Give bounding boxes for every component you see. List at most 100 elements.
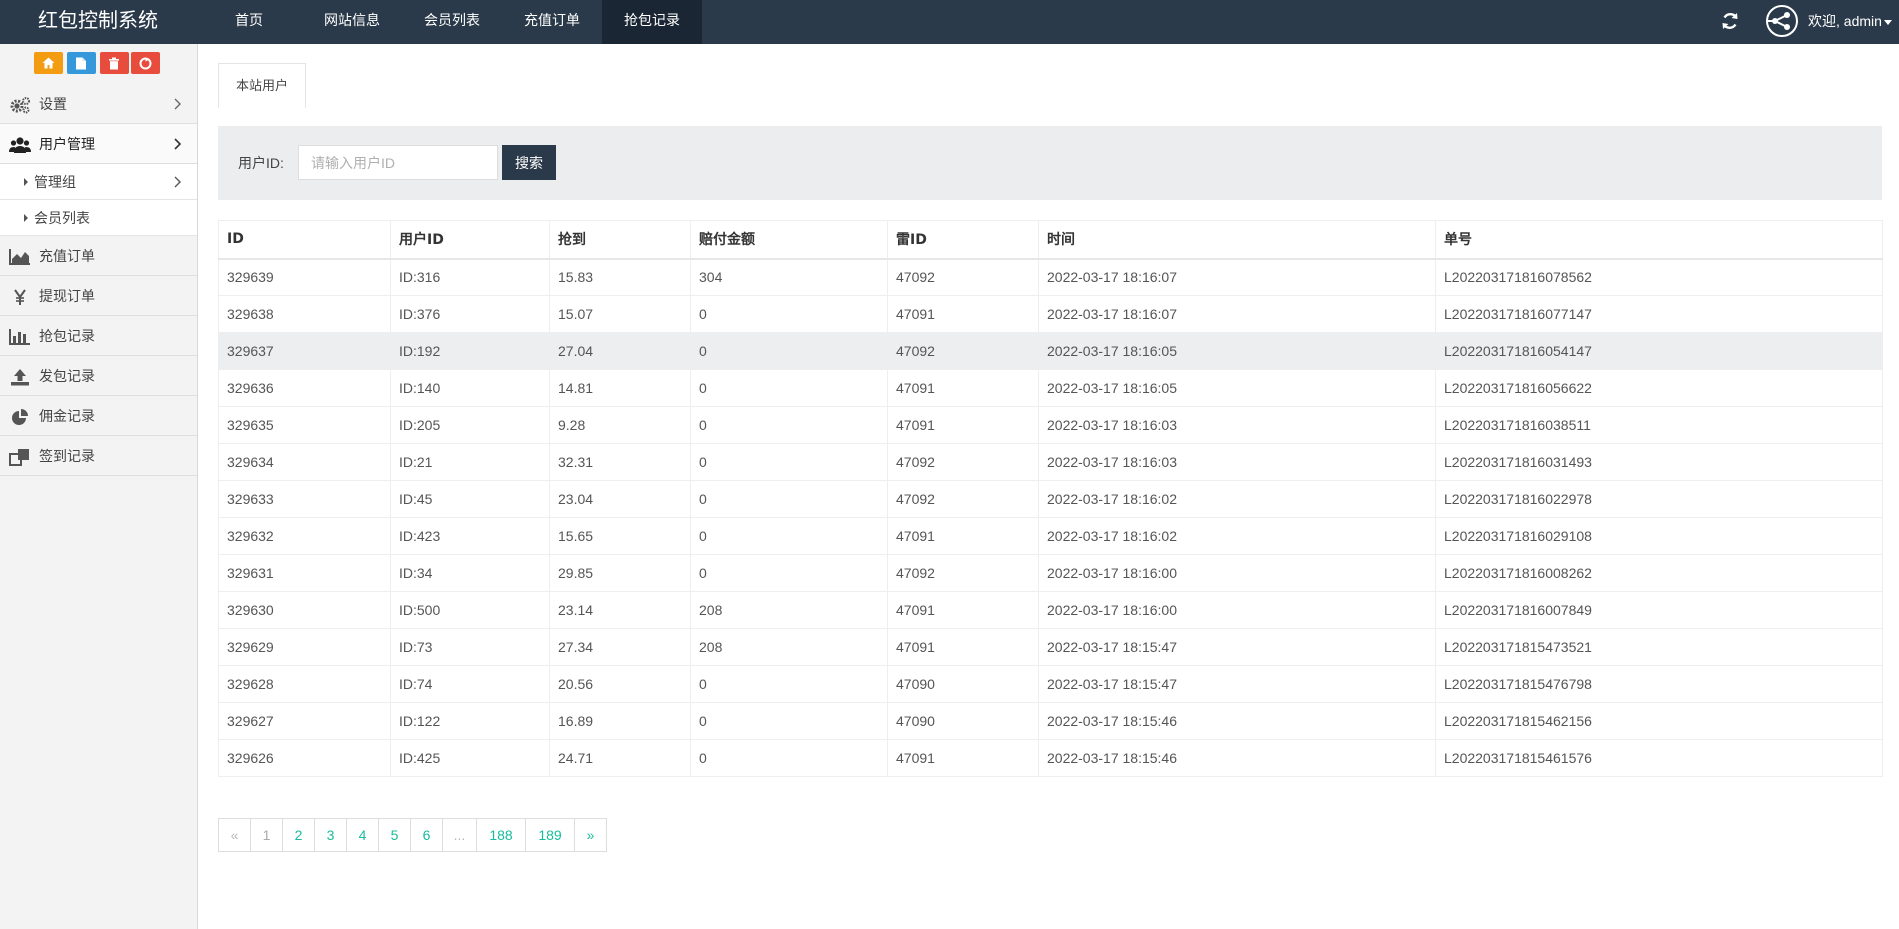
chevron-right-icon [174,176,181,188]
table-cell: ID:73 [390,628,550,666]
sidebar-item-label: 充值订单 [39,248,95,264]
page-link[interactable]: 4 [346,818,379,852]
table-cell: ID:74 [390,665,550,703]
table-cell: 329629 [218,628,391,666]
users-icon [9,137,31,153]
table-cell: 329633 [218,480,391,518]
table-cell: 24.71 [549,739,691,777]
sidebar-item-label: 发包记录 [39,368,95,384]
table-cell: L202203171816077147 [1435,295,1883,333]
search-button[interactable]: 搜索 [502,145,556,180]
sidebar-item-label: 用户管理 [39,136,95,152]
table-cell: L202203171816054147 [1435,332,1883,370]
column-header: 雷ID [887,220,1039,260]
page-ellipsis: ... [442,818,477,852]
table-cell: 208 [690,628,888,666]
sidebar-item-user-management[interactable]: 用户管理 [0,124,197,164]
sidebar-subitem-member-list[interactable]: 会员列表 [0,200,197,236]
table-cell: 2022-03-17 18:16:02 [1038,517,1436,555]
sidebar-item-signin-records[interactable]: 签到记录 [0,436,197,476]
table-cell: L202203171815476798 [1435,665,1883,703]
table-cell: 29.85 [549,554,691,592]
table-cell: 47092 [887,258,1039,296]
table-cell: 2022-03-17 18:15:46 [1038,739,1436,777]
sidebar-item-label: 签到记录 [39,448,95,464]
table-cell: 32.31 [549,443,691,481]
table-cell: 2022-03-17 18:16:05 [1038,332,1436,370]
table-cell: 329639 [218,258,391,296]
page-link[interactable]: 2 [282,818,315,852]
records-table: ID 用户ID 抢到 赔付金额 雷ID 时间 单号 329639 ID:316 15… [218,220,1883,777]
search-panel: 用户ID: 搜索 [218,126,1882,200]
yen-icon [14,289,26,305]
area-chart-icon [9,249,30,265]
page-link[interactable]: 6 [410,818,443,852]
refresh-icon[interactable] [1718,9,1742,33]
column-header: 抢到 [549,220,691,260]
prev-page-button[interactable]: « [218,818,251,852]
table-cell: 329635 [218,406,391,444]
sidebar-item-commission-records[interactable]: 佣金记录 [0,396,197,436]
table-cell: 2022-03-17 18:16:07 [1038,295,1436,333]
user-id-search-input[interactable] [298,145,498,180]
nav-grab-records[interactable]: 抢包记录 [602,0,702,44]
tab-site-users[interactable]: 本站用户 [218,63,306,108]
sidebar-item-withdraw-orders[interactable]: 提现订单 [0,276,197,316]
table-cell: 0 [690,406,888,444]
table-cell: ID:500 [390,591,550,629]
table-cell: 47091 [887,295,1039,333]
table-cell: ID:34 [390,554,550,592]
column-header: 单号 [1435,220,1883,260]
nav-site-info[interactable]: 网站信息 [302,0,402,44]
welcome-text: 欢迎, admin [1808,13,1882,29]
table-cell: 329626 [218,739,391,777]
table-cell: L202203171816007849 [1435,591,1883,629]
clone-icon [9,449,29,466]
table-row: 329630 ID:500 23.14 208 47091 2022-03-17 18:1… [218,591,1883,629]
sidebar-item-settings[interactable]: 设置 [0,84,197,124]
nav-recharge-orders[interactable]: 充值订单 [502,0,602,44]
sidebar-item-grab-records[interactable]: 抢包记录 [0,316,197,356]
shortcut-trash-button[interactable] [100,52,129,74]
user-avatar[interactable] [1766,5,1798,37]
table-cell: ID:205 [390,406,550,444]
page-link[interactable]: 1 [250,818,283,852]
caret-right-icon [24,214,28,222]
page-link[interactable]: 189 [525,818,575,852]
shortcut-file-button[interactable] [67,52,96,74]
pagination: «1 2 3 4 5 6... 188 189» [218,818,607,852]
table-cell: 329636 [218,369,391,407]
shortcut-home-button[interactable] [34,52,63,74]
nav-member-list[interactable]: 会员列表 [402,0,502,44]
column-header: 赔付金额 [690,220,888,260]
shortcut-recycle-button[interactable] [131,52,160,74]
table-cell: 2022-03-17 18:16:00 [1038,591,1436,629]
table-cell: 47091 [887,628,1039,666]
page-link[interactable]: 188 [476,818,526,852]
table-cell: ID:122 [390,702,550,740]
page-link[interactable]: 5 [378,818,411,852]
table-cell: 329628 [218,665,391,703]
page-link[interactable]: 3 [314,818,347,852]
sidebar-subitem-admin-group[interactable]: 管理组 [0,164,197,200]
sidebar-item-send-records[interactable]: 发包记录 [0,356,197,396]
table-cell: 23.04 [549,480,691,518]
column-header: 用户ID [390,220,550,260]
table-row: 329636 ID:140 14.81 0 47091 2022-03-17 18:16:… [218,369,1883,407]
user-menu[interactable]: 欢迎, admin [1808,0,1892,44]
next-page-button[interactable]: » [574,818,607,852]
upload-icon [11,369,29,386]
sidebar-item-label: 提现订单 [39,288,95,304]
table-cell: 2022-03-17 18:15:46 [1038,702,1436,740]
table-header-row: ID 用户ID 抢到 赔付金额 雷ID 时间 单号 [218,220,1883,260]
table-cell: 208 [690,591,888,629]
table-cell: ID:425 [390,739,550,777]
nav-home[interactable]: 首页 [196,0,302,44]
table-row: 329626 ID:425 24.71 0 47091 2022-03-17 18:15:… [218,739,1883,777]
table-cell: 47092 [887,554,1039,592]
table-cell: 27.04 [549,332,691,370]
table-cell: 47091 [887,517,1039,555]
sidebar-item-recharge-orders[interactable]: 充值订单 [0,236,197,276]
table-cell: 329630 [218,591,391,629]
table-cell: L202203171816031493 [1435,443,1883,481]
